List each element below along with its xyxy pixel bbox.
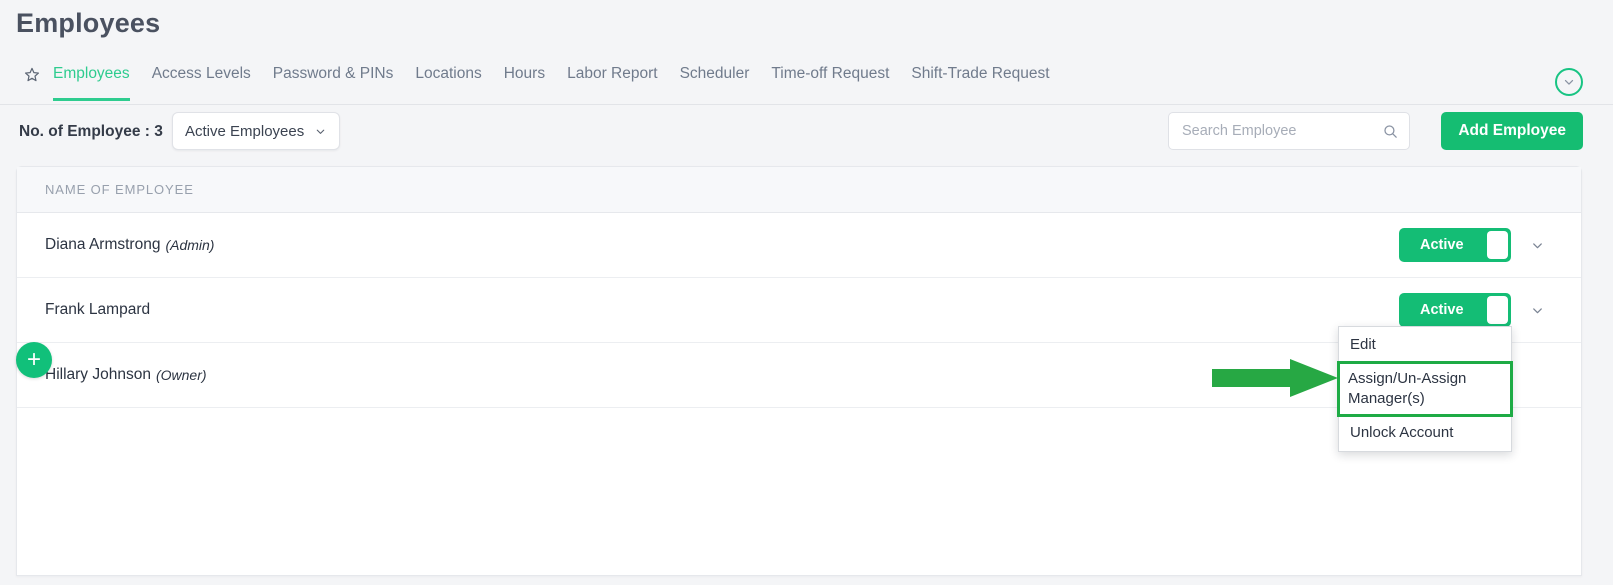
tab-shift-trade-request[interactable]: Shift-Trade Request	[911, 62, 1049, 101]
employee-count-label: No. of Employee : 3	[19, 123, 163, 140]
add-employee-button[interactable]: Add Employee	[1441, 112, 1583, 150]
filter-bar: No. of Employee : 3 Active Employees Add…	[0, 104, 1613, 164]
context-menu-item-assign-unassign-managers[interactable]: Assign/Un-Assign Manager(s)	[1337, 361, 1513, 417]
search-icon[interactable]	[1382, 123, 1399, 140]
status-toggle[interactable]: Active	[1399, 293, 1511, 327]
column-header-name-of-employee: NAME OF EMPLOYEE	[45, 182, 194, 197]
status-toggle-label: Active	[1420, 237, 1464, 253]
row-expand-button[interactable]	[1511, 238, 1563, 253]
employee-role: (Admin)	[165, 237, 215, 253]
tab-password-and-pins[interactable]: Password & PINs	[273, 62, 394, 101]
tab-locations[interactable]: Locations	[415, 62, 481, 101]
row-context-menu: Edit Assign/Un-Assign Manager(s) Unlock …	[1337, 326, 1513, 452]
tab-access-levels[interactable]: Access Levels	[152, 62, 251, 101]
tab-time-off-request[interactable]: Time-off Request	[771, 62, 889, 101]
table-header-row: NAME OF EMPLOYEE	[17, 167, 1581, 213]
page-title: Employees	[16, 8, 161, 38]
row-actions: Active	[1399, 213, 1581, 277]
chevron-down-icon	[316, 129, 325, 134]
status-filter-value: Active Employees	[185, 122, 305, 140]
chevron-down-icon	[1564, 79, 1574, 85]
status-toggle[interactable]: Active	[1399, 228, 1511, 262]
tab-labor-report[interactable]: Labor Report	[567, 62, 657, 101]
tab-bar: Employees Access Levels Password & PINs …	[0, 62, 1613, 105]
search-employee-box[interactable]	[1168, 112, 1410, 150]
status-filter-dropdown[interactable]: Active Employees	[172, 112, 341, 150]
tab-list: Employees Access Levels Password & PINs …	[53, 62, 1072, 103]
employee-role: (Owner)	[155, 367, 207, 383]
employee-name: Frank Lampard	[45, 301, 151, 318]
chevron-down-icon	[1532, 307, 1542, 313]
tab-hours[interactable]: Hours	[504, 62, 545, 101]
context-menu-item-unlock-account[interactable]: Unlock Account	[1339, 417, 1511, 449]
row-expand-button[interactable]	[1511, 303, 1563, 318]
tab-employees[interactable]: Employees	[53, 62, 130, 101]
toggle-knob	[1487, 231, 1508, 259]
employee-name: Hillary Johnson	[45, 366, 151, 383]
toggle-knob	[1487, 296, 1508, 324]
chevron-down-icon	[1532, 242, 1542, 248]
add-row-button[interactable]: +	[16, 342, 52, 378]
search-input[interactable]	[1182, 123, 1382, 139]
context-menu-item-edit[interactable]: Edit	[1339, 329, 1511, 361]
employee-name: Diana Armstrong	[45, 236, 161, 253]
tab-scheduler[interactable]: Scheduler	[680, 62, 750, 101]
table-row[interactable]: Diana Armstrong (Admin) Active	[17, 213, 1581, 278]
star-icon[interactable]	[23, 66, 41, 84]
collapse-panel-button[interactable]	[1555, 68, 1583, 96]
status-toggle-label: Active	[1420, 302, 1464, 318]
